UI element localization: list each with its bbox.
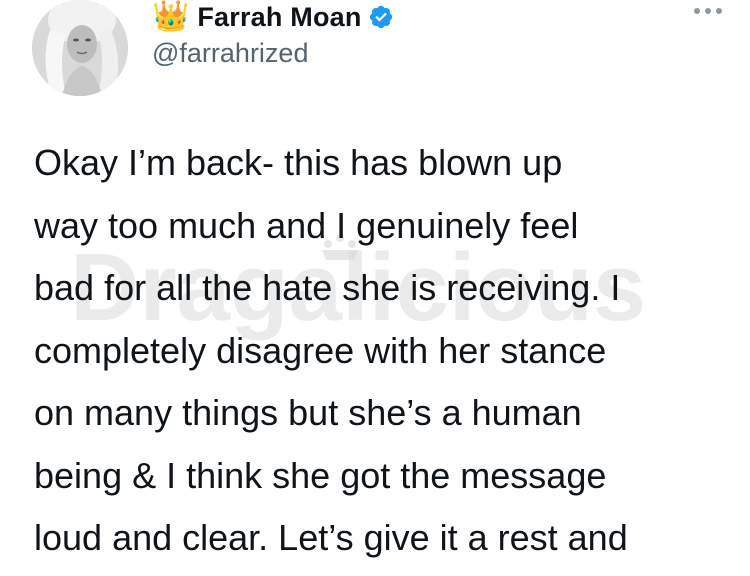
- profile-photo: [32, 0, 128, 96]
- tweet-line: on many things but she’s a human: [34, 392, 582, 433]
- tweet-line: Okay I’m back- this has blown up: [34, 142, 563, 183]
- tweet-line: being & I think she got the message: [34, 454, 607, 496]
- avatar[interactable]: [32, 0, 128, 96]
- more-options-icon[interactable]: [694, 8, 722, 14]
- user-handle[interactable]: @farrahrized: [152, 38, 394, 69]
- crown-emoji-icon: 👑: [152, 0, 190, 33]
- tweet-line: way too much and I genuinely feel: [34, 204, 579, 246]
- verified-badge-icon: [368, 4, 394, 30]
- tweet-line: bad for all the hate she is receiving. I: [34, 267, 621, 308]
- display-name[interactable]: Farrah Moan: [197, 2, 361, 33]
- dot: [716, 8, 722, 14]
- tweet-text: Okay I’m back- this has blown up way too…: [34, 132, 734, 570]
- tweet-header: 👑 Farrah Moan @farrahrized: [152, 0, 394, 69]
- tweet-line: loud and clear. Let’s give it a rest and: [34, 517, 628, 558]
- dot: [705, 8, 711, 14]
- name-row: 👑 Farrah Moan: [152, 0, 394, 34]
- dot: [694, 8, 700, 14]
- tweet-line: completely disagree with her stance: [34, 329, 607, 371]
